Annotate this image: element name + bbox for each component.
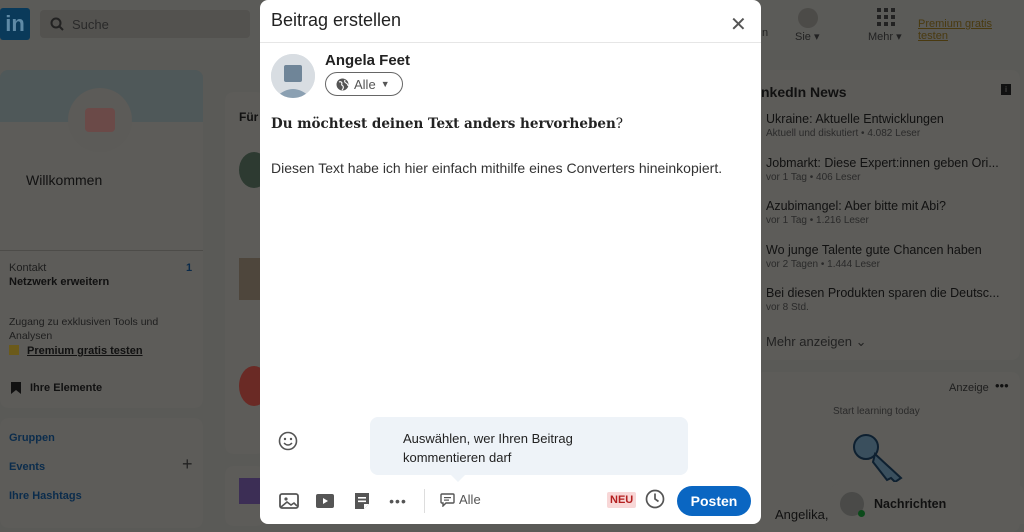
messaging-label: Nachrichten — [874, 497, 947, 511]
search-icon — [50, 17, 64, 31]
toolbar-divider — [424, 489, 425, 513]
contacts-label[interactable]: Kontakt — [9, 262, 46, 274]
new-badge: NEU — [607, 492, 637, 508]
news-card: nkedIn News i Ukraine: Aktuelle Entwickl… — [755, 70, 1020, 360]
schedule-clock-icon[interactable] — [645, 489, 665, 509]
more-options-icon[interactable]: ••• — [995, 378, 1009, 393]
modal-header: Beitrag erstellen ✕ — [260, 0, 761, 43]
post-body-text[interactable]: Diesen Text habe ich hier einfach mithil… — [271, 160, 722, 176]
nav-avatar[interactable] — [798, 8, 818, 28]
show-more-button[interactable]: Mehr anzeigen ⌄ — [766, 334, 867, 350]
nav-more-label: Mehr — [868, 31, 894, 43]
caret-down-icon: ▼ — [380, 79, 390, 89]
news-item-title: Jobmarkt: Diese Expert:innen geben Ori..… — [766, 155, 999, 170]
comment-tooltip: Auswählen, wer Ihren Beitrag kommentiere… — [370, 417, 688, 475]
network-label[interactable]: Netzwerk erweitern — [9, 276, 109, 288]
emoji-icon[interactable] — [278, 431, 298, 451]
hashtags-link[interactable]: Ihre Hashtags — [9, 490, 82, 502]
tooltip-arrow — [450, 474, 466, 482]
news-item-title: Azubimangel: Aber bitte mit Abi? — [766, 199, 946, 213]
left-links-card: Gruppen Events + Ihre Hashtags — [0, 418, 203, 528]
video-icon — [316, 494, 334, 508]
globe-icon — [336, 78, 349, 90]
my-items[interactable]: Ihre Elemente — [30, 382, 102, 394]
document-icon — [355, 493, 369, 509]
tooltip-line-1: Auswählen, wer Ihren Beitrag — [403, 431, 573, 446]
comment-audience-button[interactable]: Alle — [440, 492, 481, 507]
feed-heading-partial: Für — [239, 110, 259, 124]
news-item[interactable]: Ukraine: Aktuelle Entwicklungen Aktuell … — [766, 112, 1006, 156]
messaging-bar[interactable]: Nachrichten — [830, 484, 1024, 524]
profile-photo[interactable] — [68, 88, 132, 152]
profile-card: Willkommen Kontakt 1 Netzwerk erweitern … — [0, 70, 203, 408]
key-icon — [853, 434, 903, 482]
events-link[interactable]: Events — [9, 461, 45, 473]
nav-partial-label: n — [762, 27, 769, 39]
online-status-icon — [858, 510, 865, 517]
post-bold-text: Du möchtest deinen Text anders hervorheb… — [271, 116, 616, 132]
info-icon[interactable]: i — [1001, 84, 1011, 95]
tooltip-line-2: kommentieren darf — [403, 450, 512, 465]
chevron-down-icon: ⌄ — [855, 334, 867, 349]
news-title: nkedIn News — [761, 84, 847, 100]
news-item-meta: vor 1 Tag • 1.216 Leser — [766, 215, 869, 226]
linkedin-logo[interactable]: in — [0, 8, 30, 40]
welcome-text: Willkommen — [26, 172, 103, 188]
audience-label: Alle — [354, 76, 376, 92]
ad-name-partial: Angelika, — [775, 507, 829, 522]
feed-card: Für — [225, 92, 269, 454]
post-bold-line[interactable]: Du möchtest deinen Text anders hervorheb… — [271, 116, 623, 132]
news-item-meta: vor 8 Std. — [766, 302, 809, 313]
apps-grid-icon[interactable] — [877, 8, 895, 26]
add-photo-button[interactable] — [277, 490, 301, 512]
nav-me-label: Sie — [795, 31, 811, 43]
author-avatar — [271, 54, 315, 98]
modal-title: Beitrag erstellen — [271, 10, 402, 30]
tools-text-2: Analysen — [9, 330, 53, 342]
close-icon[interactable]: ✕ — [730, 12, 747, 37]
more-options-icon[interactable]: ••• — [386, 490, 410, 512]
news-item[interactable]: Jobmarkt: Diese Expert:innen geben Ori..… — [766, 156, 1006, 200]
comment-audience-label: Alle — [459, 492, 481, 507]
news-list: Ukraine: Aktuelle Entwicklungen Aktuell … — [766, 112, 1006, 330]
search-input[interactable]: Suche — [40, 10, 250, 38]
news-item-meta: vor 2 Tagen • 1.444 Leser — [766, 258, 880, 270]
news-item-title: Wo junge Talente gute Chancen haben — [766, 242, 982, 257]
ad-label: Anzeige — [949, 382, 989, 394]
news-item-title: Bei diesen Produkten sparen die Deutsc..… — [766, 286, 1000, 300]
groups-link[interactable]: Gruppen — [9, 432, 55, 444]
ad-tagline: Start learning today — [833, 406, 920, 417]
post-bold-suffix: ? — [615, 116, 624, 132]
premium-link[interactable]: Premium gratis testen — [27, 345, 143, 357]
camera-icon — [85, 108, 115, 132]
add-event-icon[interactable]: + — [182, 454, 193, 475]
news-item-meta: Aktuell und diskutiert • 4.082 Leser — [766, 128, 921, 139]
nav-premium-link[interactable]: Premium gratis testen — [918, 18, 1024, 42]
news-item[interactable]: Bei diesen Produkten sparen die Deutsc..… — [766, 286, 1006, 330]
author-name: Angela Feet — [325, 52, 411, 69]
show-more-label: Mehr anzeigen — [766, 334, 852, 349]
nav-more[interactable]: Mehr ▾ — [868, 30, 902, 43]
add-document-button[interactable] — [350, 490, 374, 512]
news-item-title: Ukraine: Aktuelle Entwicklungen — [766, 112, 944, 126]
search-placeholder: Suche — [72, 17, 109, 32]
add-video-button[interactable] — [313, 490, 337, 512]
premium-icon — [9, 345, 19, 355]
feed-card-2 — [225, 466, 265, 526]
audience-dropdown[interactable]: Alle ▼ — [325, 72, 403, 96]
person-icon — [271, 54, 315, 98]
comment-icon — [440, 492, 455, 507]
tools-text-1: Zugang zu exklusiven Tools und — [9, 316, 159, 328]
news-item[interactable]: Wo junge Talente gute Chancen haben vor … — [766, 243, 1006, 287]
news-item[interactable]: Azubimangel: Aber bitte mit Abi? vor 1 T… — [766, 199, 1006, 243]
contacts-count: 1 — [186, 262, 193, 274]
news-item-meta: vor 1 Tag • 406 Leser — [766, 171, 861, 183]
bookmark-icon — [11, 382, 21, 394]
post-button[interactable]: Posten — [677, 486, 751, 516]
divider — [0, 250, 203, 251]
nav-me[interactable]: Sie ▾ — [795, 30, 819, 43]
create-post-modal: Beitrag erstellen ✕ Angela Feet Alle ▼ D… — [260, 0, 761, 524]
image-icon — [279, 493, 299, 509]
